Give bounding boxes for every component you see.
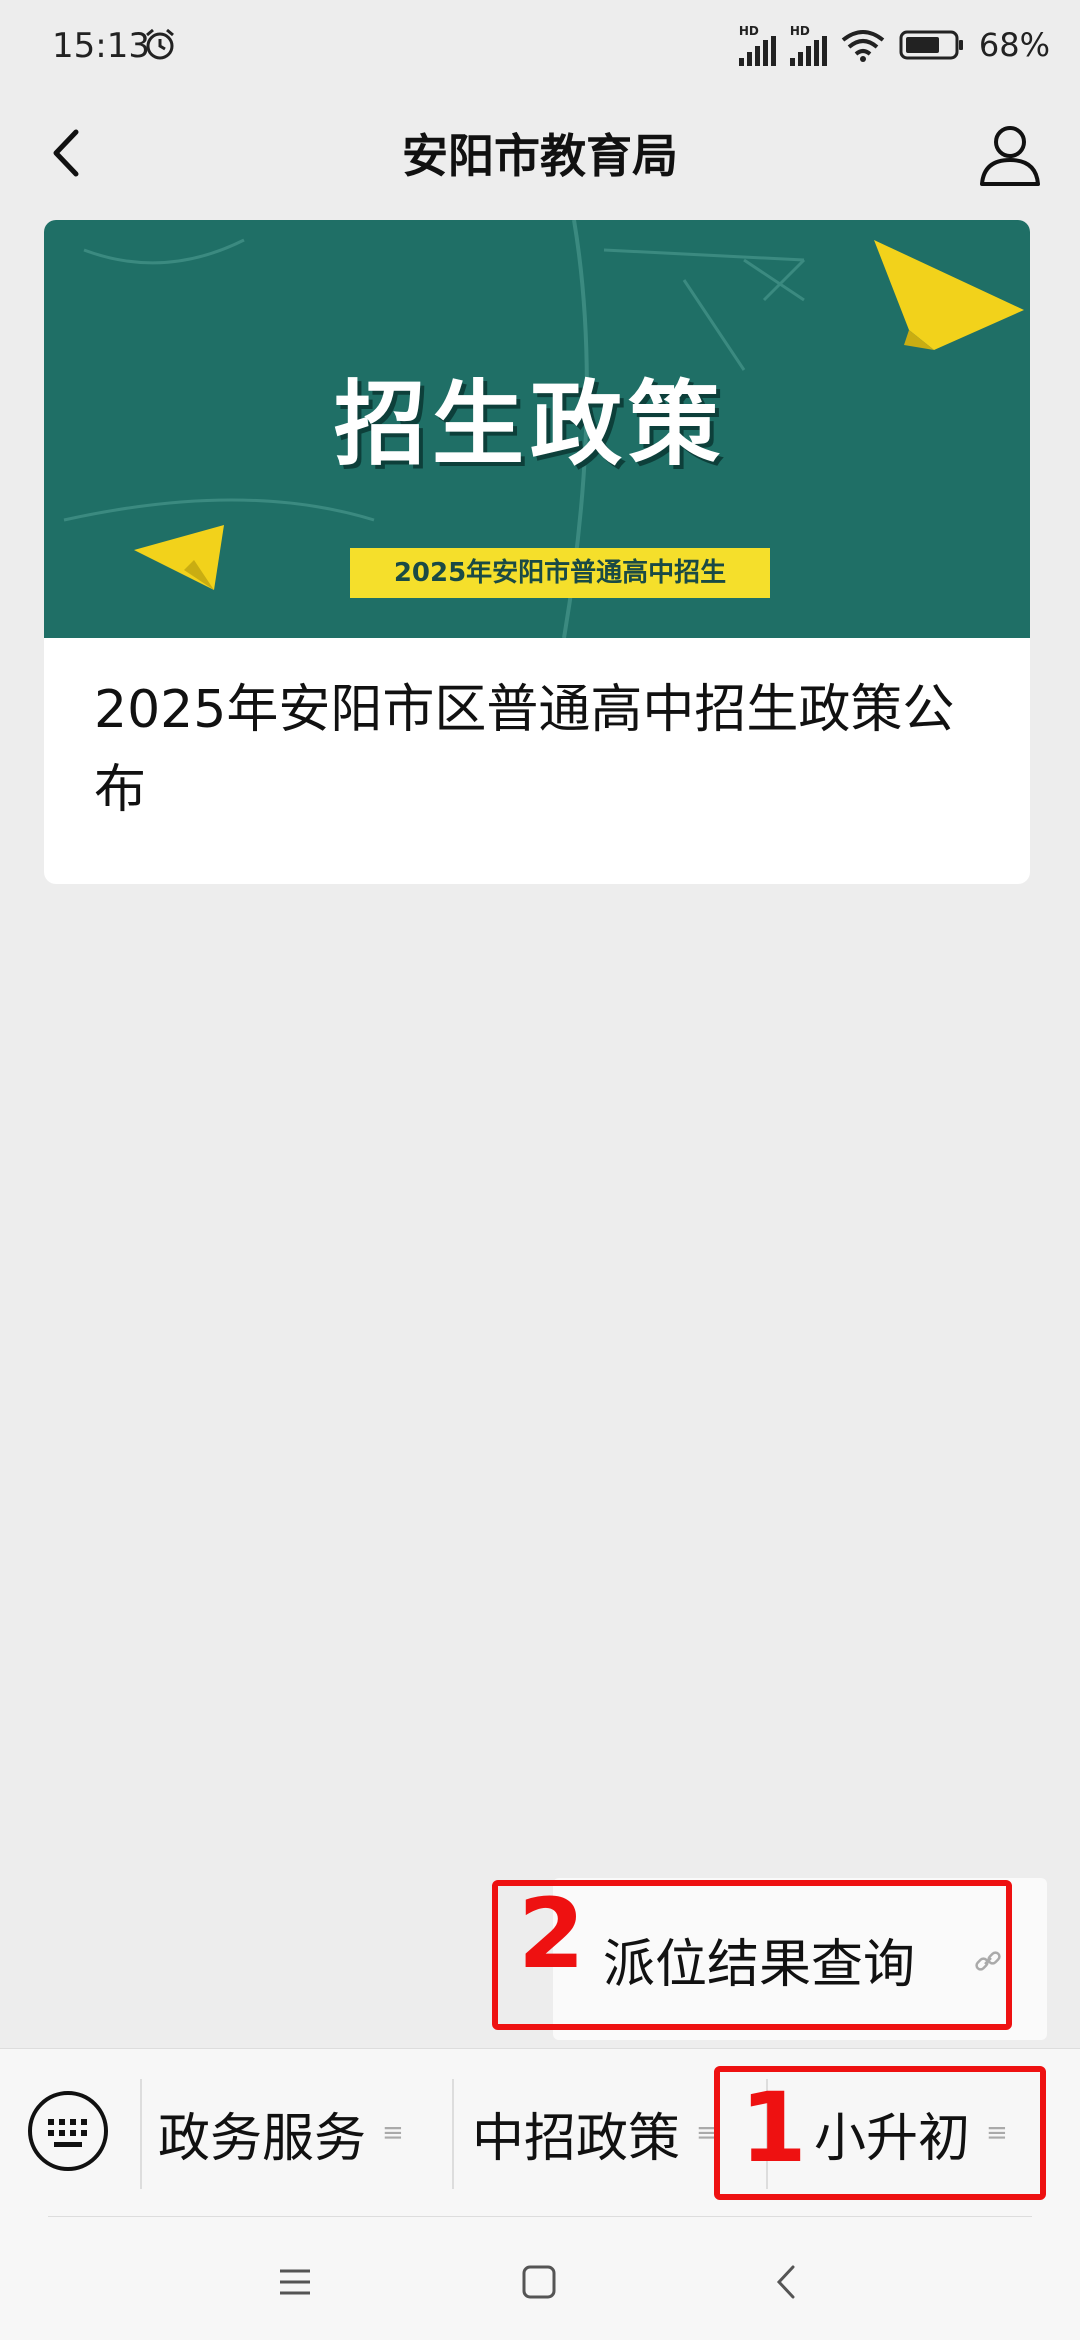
battery-percentage: 68% — [978, 26, 1050, 64]
chevron-left-icon — [776, 2265, 795, 2299]
article-banner-image: 招生政策 2025年安阳市普通高中招生 — [44, 220, 1030, 638]
keyboard-toggle-button[interactable] — [26, 2089, 110, 2173]
menu-item-admission-policy[interactable]: 中招政策 ≡ — [472, 2049, 718, 2217]
status-time: 15:13 — [52, 26, 150, 66]
menu-item-government-services[interactable]: 政务服务 ≡ — [158, 2049, 404, 2217]
annotation-marker-1: 1 — [740, 2072, 807, 2184]
banner-subtitle: 2025年安阳市普通高中招生 — [350, 548, 770, 598]
menu-item-label: 中招政策 — [472, 2108, 681, 2169]
signal-icon: HD — [789, 24, 827, 66]
system-navigation-bar — [0, 2217, 1080, 2340]
article-card[interactable]: 招生政策 2025年安阳市普通高中招生 2025年安阳市区普通高中招生政策公布 — [44, 220, 1030, 884]
person-icon — [980, 126, 1040, 186]
keyboard-icon — [28, 2091, 108, 2171]
wifi-icon — [841, 30, 885, 62]
signal-icon: HD — [738, 24, 776, 66]
menu-lines-icon — [280, 2269, 310, 2295]
menu-icon: ≡ — [382, 2118, 404, 2148]
battery-icon — [899, 30, 963, 60]
annotation-marker-2: 2 — [518, 1878, 585, 1990]
menu-divider — [452, 2079, 454, 2189]
alarm-icon — [146, 28, 174, 60]
recent-apps-button[interactable] — [270, 2257, 320, 2307]
home-button[interactable] — [514, 2257, 564, 2307]
menu-divider — [140, 2079, 142, 2189]
page-title: 安阳市教育局 — [402, 129, 678, 183]
paper-plane-icon — [134, 525, 224, 590]
menu-item-label: 政务服务 — [158, 2108, 367, 2169]
status-bar: 15:13 HD HD 68% — [0, 0, 1080, 90]
square-icon — [522, 2265, 556, 2299]
nav-back-button[interactable] — [762, 2257, 812, 2307]
paper-plane-icon — [874, 240, 1024, 350]
profile-button[interactable] — [970, 114, 1050, 194]
article-title: 2025年安阳市区普通高中招生政策公布 — [94, 680, 955, 820]
banner-title: 招生政策 — [334, 371, 727, 478]
header-bar: 安阳市教育局 — [0, 90, 1080, 220]
